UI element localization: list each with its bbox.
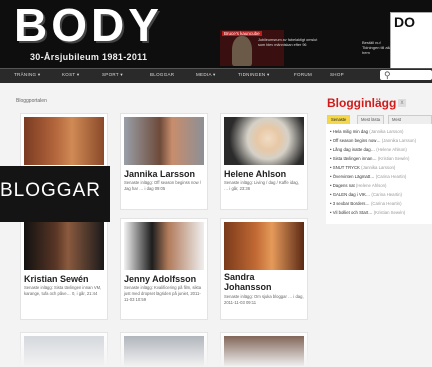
nav-item-kost[interactable]: KOST ▾ <box>62 72 79 78</box>
anniversary-tagline: 30-Årsjubileum 1981-2011 <box>30 52 148 62</box>
blog-thumbnail[interactable] <box>24 222 104 270</box>
blog-thumbnail[interactable] <box>124 222 204 270</box>
magazine-title: DO <box>394 14 415 30</box>
blog-author-name[interactable]: Kristian Sewén <box>24 274 89 284</box>
blog-thumbnail[interactable] <box>224 117 304 165</box>
sidebar-post[interactable]: • Dagens nat (Helene Ahlson) <box>330 183 386 188</box>
blog-latest-post: Senaste inlägg: Om sjuka bloggar … i dag… <box>224 294 304 305</box>
sidebar-post[interactable]: • Hela milig min dag (Jannika Larsson) <box>330 129 403 134</box>
nav-item-sport[interactable]: SPORT ▾ <box>102 72 123 78</box>
blog-author-name[interactable]: Jenny Adolfsson <box>124 274 196 284</box>
search-icon[interactable]: ⚲ <box>384 70 391 80</box>
blog-latest-post: Senaste inlägg: Kvalificering på film, s… <box>124 285 202 302</box>
nav-item-tidningen[interactable]: TIDNINGEN ▾ <box>238 72 270 78</box>
sidebar-post[interactable]: • Vil bolliet och Start… (Kristian Sewén… <box>330 210 405 215</box>
ad-person-image <box>232 36 252 66</box>
magazine-promo-text: Beställ nu! Tidningen till alla hem <box>362 40 392 55</box>
nav-item-media[interactable]: MEDIA ▾ <box>196 72 216 78</box>
bottom-fade <box>0 330 432 367</box>
sidebar-post[interactable]: • Övervinten Lägmatt… (Carina Heartin) <box>330 174 406 179</box>
sidebar-post[interactable]: • GALEN dag i VIK… (Carina Heartin) <box>330 192 402 197</box>
blog-thumbnail[interactable] <box>224 222 304 270</box>
breadcrumb[interactable]: Bloggportalen <box>16 98 47 104</box>
close-icon[interactable]: x <box>398 99 406 107</box>
page: BODY 30-Årsjubileum 1981-2011 Bruce's ka… <box>0 0 432 367</box>
ad-title: Bruce's kauncube <box>222 31 262 36</box>
nav-item-forum[interactable]: FORUM <box>294 72 312 77</box>
sidebar-post[interactable]: • Sista tävlingen innan… (Kristian Sewén… <box>330 156 409 161</box>
blog-author-name[interactable]: Helene Ahlson <box>224 169 286 179</box>
blog-thumbnail[interactable] <box>24 117 104 165</box>
blog-author-name[interactable]: Sandra Johansson <box>224 272 304 292</box>
nav-item-shop[interactable]: SHOP <box>330 72 344 77</box>
sidebar-post[interactable]: • Lång dag inatte dag… (Helene Ahlson) <box>330 147 407 152</box>
sidebar-post[interactable]: • SNUT TRYCK (Jannika Larsson) <box>330 165 395 170</box>
sidebar-post[interactable]: • 3 sexbar Borders… (Carina Heartin) <box>330 201 402 206</box>
blog-latest-post: Senaste inlägg: Off season beginss now /… <box>124 180 201 191</box>
nav-item-traning[interactable]: TRÄNING ▾ <box>14 72 40 78</box>
section-caption: BLOGGAR <box>0 180 101 201</box>
blog-latest-post: Senaste inlägg: Sista tävlingen innan VM… <box>24 285 102 296</box>
blog-latest-post: Senaste inlägg: Living / dag / Kaffe ida… <box>224 180 299 191</box>
blog-thumbnail[interactable] <box>124 117 204 165</box>
sidebar-title: Blogginlägg <box>327 96 397 110</box>
sidebar-post[interactable]: • Off season begins now… (Jannika Larsso… <box>330 138 416 143</box>
nav-item-bloggar[interactable]: BLOGGAR <box>150 72 174 77</box>
blog-author-name[interactable]: Jannika Larsson <box>124 169 195 179</box>
ad-text: Jubileumsrum av fabelaktigt omslut som b… <box>258 38 318 47</box>
site-logo[interactable]: BODY <box>14 2 163 48</box>
